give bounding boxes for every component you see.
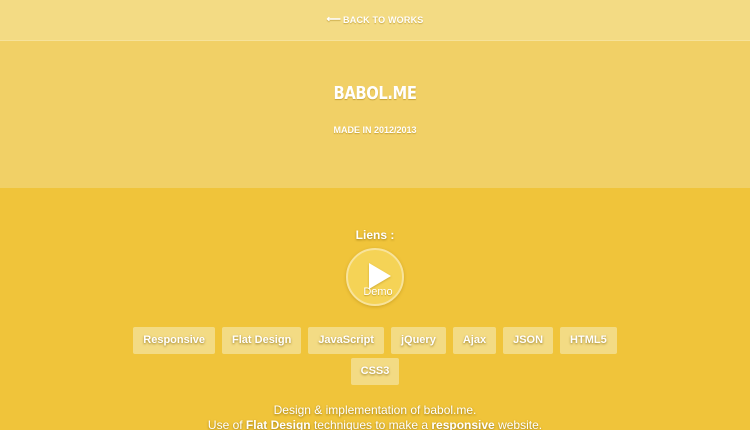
tag-responsive: Responsive <box>133 327 216 354</box>
description-line-2: Use of Flat Design techniques to make a … <box>0 418 750 430</box>
demo-button[interactable]: Demo <box>346 248 404 306</box>
tags-row-1: Responsive Flat Design JavaScript jQuery… <box>0 327 750 354</box>
description-highlight: Flat Design <box>245 418 311 430</box>
demo-label: Demo <box>363 286 393 298</box>
description-text: Use of <box>207 418 246 430</box>
page-title: BABOL.ME <box>333 83 417 104</box>
made-in-date: MADE IN 2012/2013 <box>333 125 417 135</box>
back-link-label: BACK TO WORKS <box>343 15 424 25</box>
back-to-works-link[interactable]: ⟵ BACK TO WORKS <box>326 14 424 26</box>
left-arrow-icon: ⟵ <box>326 14 342 25</box>
project-details: Liens : Demo Responsive Flat Design Java… <box>0 188 750 430</box>
tag-html5: HTML5 <box>560 327 617 354</box>
description-highlight: responsive <box>431 418 495 430</box>
tag-javascript: JavaScript <box>308 327 384 354</box>
links-label: Liens : <box>355 228 395 242</box>
description-line-1: Design & implementation of babol.me. <box>273 403 477 417</box>
tag-flat-design: Flat Design <box>222 327 302 354</box>
description-text: website. <box>494 418 543 430</box>
tag-json: JSON <box>503 327 554 354</box>
tags-row-2: CSS3 <box>0 358 750 385</box>
tag-jquery: jQuery <box>390 327 446 354</box>
project-header: BABOL.ME MADE IN 2012/2013 <box>0 41 750 188</box>
tag-css3: CSS3 <box>350 358 400 385</box>
top-bar: ⟵ BACK TO WORKS <box>0 0 750 41</box>
tag-ajax: Ajax <box>452 327 497 354</box>
description-text: techniques to make a <box>310 418 432 430</box>
